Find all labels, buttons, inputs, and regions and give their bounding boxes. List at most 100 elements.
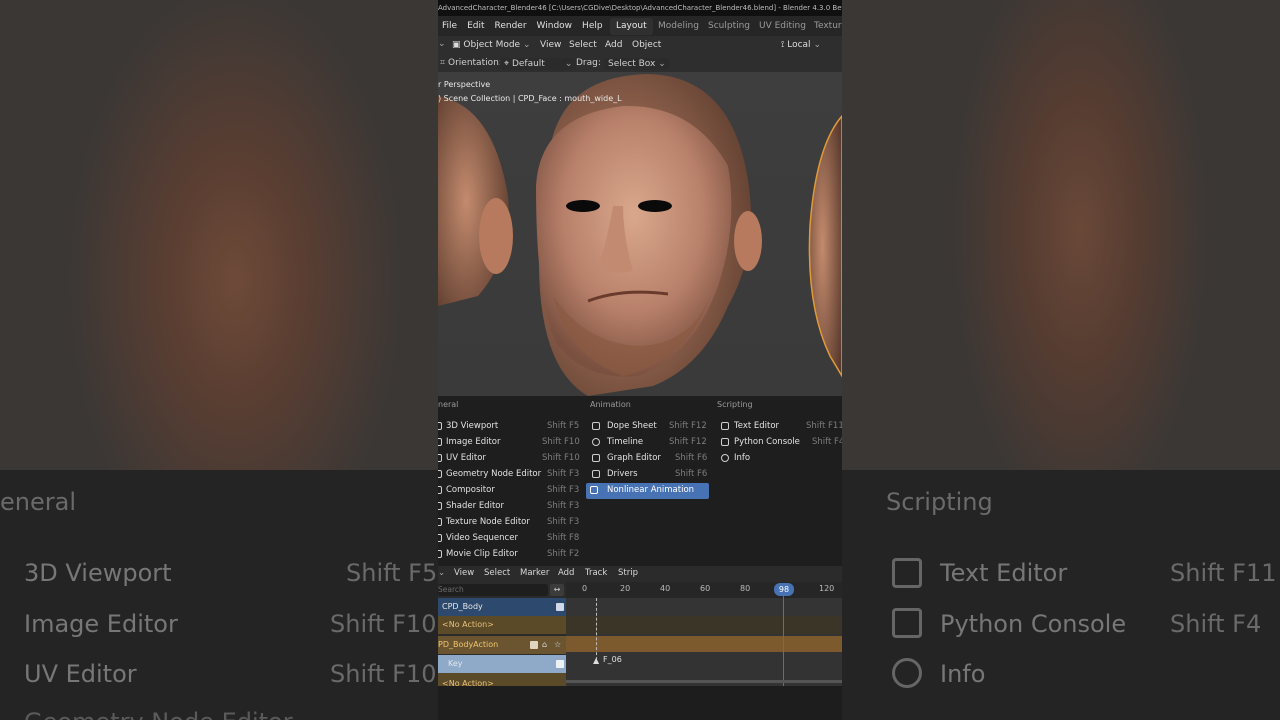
checkbox-icon[interactable] (530, 641, 538, 649)
tab-texture[interactable]: Texture (808, 18, 842, 35)
bg-shortcut: Shift F4 (1170, 610, 1262, 638)
blender-window: AdvancedCharacter_Blender46 [C:\Users\CG… (438, 0, 842, 720)
menu-render[interactable]: Render (495, 21, 527, 31)
window-titlebar: AdvancedCharacter_Blender46 [C:\Users\CG… (438, 0, 842, 16)
menu-item-graph-editor[interactable]: Graph Editor Shift F6 (590, 451, 709, 467)
track-key[interactable]: Key (438, 655, 566, 673)
tab-uv-editing[interactable]: UV Editing (753, 18, 812, 35)
viewport-menu-select[interactable]: Select (569, 40, 597, 50)
menu-item-drivers[interactable]: Drivers Shift F6 (590, 467, 709, 483)
bg-item: Geometry Node Editor (24, 708, 293, 720)
menu-item-nonlinear-animation[interactable]: Nonlinear Animation (586, 483, 709, 499)
track-body-action[interactable]: PD_BodyAction ⌂ ☆ (438, 636, 566, 654)
orientation-dropdown[interactable]: ⌖ Default ⌄ (500, 58, 577, 70)
image-editor-icon (438, 438, 442, 446)
bg-item: Image Editor (24, 610, 178, 638)
menu-item-geometry-node-editor[interactable]: Geometry Node Editor Shift F3 (438, 467, 580, 483)
chevron-down-icon: ⌄ (522, 40, 531, 50)
nla-menu-track[interactable]: Track (585, 568, 607, 578)
bg-shortcut: Shift F10 (330, 610, 437, 638)
track-lane (566, 616, 842, 634)
drivers-icon (592, 470, 600, 478)
movie-clip-icon (438, 550, 442, 558)
graph-editor-icon (592, 454, 600, 462)
object-mode-dropdown[interactable]: ▣ Object Mode ⌄ (452, 40, 531, 50)
track-no-action[interactable]: <No Action> (438, 616, 566, 634)
current-frame-badge[interactable]: 98 (774, 583, 794, 596)
viewport-menu-view[interactable]: View (540, 40, 561, 50)
menu-item-info[interactable]: Info (717, 451, 842, 467)
nla-menu-add[interactable]: Add (558, 568, 574, 578)
chevron-left-icon[interactable]: ⌄ (438, 39, 446, 49)
menu-item-uv-editor[interactable]: UV Editor Shift F10 (438, 451, 580, 467)
tab-layout[interactable]: Layout (610, 18, 653, 35)
orientation-icon: ⌖ (504, 59, 510, 69)
chevron-down-icon: ⌄ (658, 59, 666, 69)
star-icon[interactable]: ☆ (554, 636, 561, 654)
tool-options-icon[interactable]: ⌗ (440, 58, 445, 68)
left-ear (479, 198, 513, 274)
menu-item-timeline[interactable]: Timeline Shift F12 (590, 435, 709, 451)
drag-label: Drag: (576, 58, 601, 68)
swap-icon[interactable]: ↔ (550, 584, 564, 596)
bg-item: Python Console (940, 610, 1127, 638)
menu-item-text-editor[interactable]: Text Editor Shift F11 (717, 419, 842, 435)
nla-ruler[interactable]: 0 20 40 60 80 120 (566, 582, 842, 598)
checkbox-icon[interactable] (556, 603, 564, 611)
tool-settings-bar: ⌗ Orientation: ⌖ Default ⌄ Drag: Select … (438, 56, 842, 72)
track-cpd-body[interactable]: CPD_Body (438, 598, 566, 616)
menu-item-video-sequencer[interactable]: Video Sequencer Shift F8 (438, 531, 580, 547)
track-no-action-2[interactable]: <No Action> (438, 673, 566, 686)
bg-scripting-title: Scripting (886, 488, 993, 516)
dope-sheet-icon (592, 422, 600, 430)
shader-editor-icon (438, 502, 442, 510)
3d-viewport[interactable]: ⌗ Orientation: ⌖ Default ⌄ Drag: Select … (438, 56, 842, 396)
marker-label[interactable]: F_06 (603, 655, 622, 664)
track-lane (566, 598, 842, 616)
marker-triangle-icon[interactable]: ▲ (593, 656, 599, 665)
timeline-scrollbar[interactable] (566, 680, 842, 683)
menu-item-shader-editor[interactable]: Shader Editor Shift F3 (438, 499, 580, 515)
screen: eneral 3D Viewport Shift F5 Image Editor… (0, 0, 1280, 720)
viewport-render (438, 74, 842, 396)
status-bar (438, 686, 842, 720)
bg-item: Info (940, 660, 986, 688)
menu-help[interactable]: Help (582, 21, 603, 31)
menu-file[interactable]: File (442, 21, 457, 31)
menu-item-compositor[interactable]: Compositor Shift F3 (438, 483, 580, 499)
menu-item-image-editor[interactable]: Image Editor Shift F10 (438, 435, 580, 451)
scene-collection-label: ) Scene Collection | CPD_Face : mouth_wi… (438, 94, 622, 103)
3d-viewport-icon (438, 422, 442, 430)
nla-menu-view[interactable]: View (454, 568, 474, 578)
nla-menu-marker[interactable]: Marker (520, 568, 549, 578)
nla-menu-select[interactable]: Select (484, 568, 510, 578)
editor-type-icon[interactable]: ⌄ (438, 568, 445, 578)
animation-column-title: Animation (590, 400, 631, 409)
viewport-menu-object[interactable]: Object (632, 40, 661, 50)
menu-item-movie-clip-editor[interactable]: Movie Clip Editor Shift F2 (438, 547, 580, 563)
bg-item: UV Editor (24, 660, 137, 688)
bg-shortcut: Shift F11 (1170, 559, 1277, 587)
tab-modeling[interactable]: Modeling (652, 18, 705, 35)
checkbox-icon[interactable] (556, 660, 564, 668)
python-console-icon (892, 608, 922, 638)
lock-icon[interactable]: ⌂ (542, 636, 547, 654)
eye-left (566, 200, 600, 212)
tab-sculpting[interactable]: Sculpting (702, 18, 756, 35)
menu-item-dope-sheet[interactable]: Dope Sheet Shift F12 (590, 419, 709, 435)
playhead-line (783, 596, 784, 686)
menu-edit[interactable]: Edit (467, 21, 484, 31)
uv-editor-icon (438, 454, 442, 462)
drag-dropdown[interactable]: Select Box ⌄ (604, 58, 670, 70)
view-perspective-label: r Perspective (438, 80, 491, 89)
nla-menu-strip[interactable]: Strip (618, 568, 638, 578)
menu-item-python-console[interactable]: Python Console Shift F4 (717, 435, 842, 451)
transform-space-dropdown[interactable]: ⟟ Local ⌄ (781, 40, 821, 50)
menu-item-texture-node-editor[interactable]: Texture Node Editor Shift F3 (438, 515, 580, 531)
menu-window[interactable]: Window (537, 21, 573, 31)
action-strip[interactable] (566, 636, 842, 652)
menu-item-3d-viewport[interactable]: 3D Viewport Shift F5 (438, 419, 580, 435)
viewport-menu-add[interactable]: Add (605, 40, 622, 50)
nla-search-field[interactable]: Search (438, 584, 548, 596)
bg-item: 3D Viewport (24, 559, 172, 587)
